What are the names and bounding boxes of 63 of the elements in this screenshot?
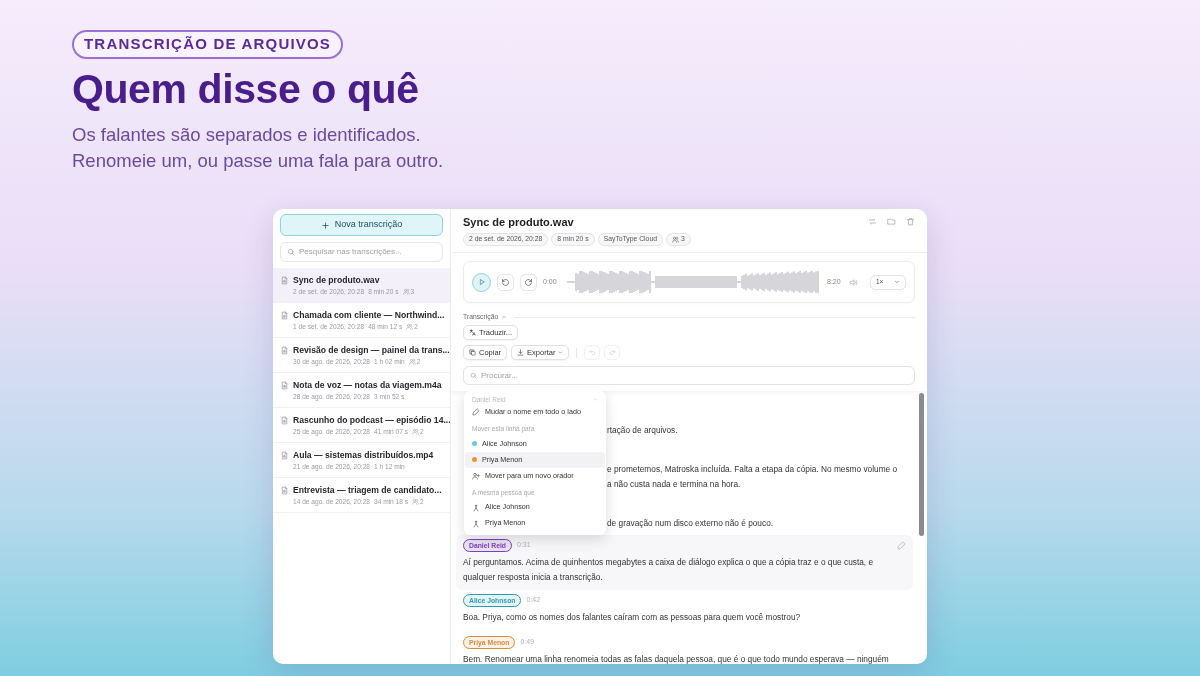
redo-icon (608, 349, 616, 357)
subtitle-text: Os falantes são separados e identificados. (72, 122, 422, 147)
swap-icon[interactable] (867, 216, 877, 226)
transcript-text: rtação de arquivos. (607, 424, 679, 438)
folder-icon[interactable] (886, 216, 896, 226)
transcript-text: Aí perguntamos. Acima de quinhentos megabytes a caixa de diálogo explica o que a cópia traz e o que custa, e qualquer resposta inicia a transcrição. (463, 556, 875, 585)
undo-icon (588, 349, 596, 357)
transcript-text: de gravação num disco externo não é pouco. (607, 517, 775, 531)
copy-icon (469, 349, 476, 357)
search-field[interactable]: Pesquisar nas transcrições... (299, 246, 436, 258)
search-icon (470, 372, 477, 380)
forward-button[interactable] (520, 273, 537, 291)
item-title: Chamada com cliente — Northwind... (293, 308, 445, 322)
volume-icon (848, 277, 858, 287)
pencil-icon (472, 408, 480, 417)
audio-file-icon (280, 345, 289, 355)
chevron-up-icon (501, 314, 508, 321)
item-title: Nota de voz — notas da viagem.m4a (293, 378, 442, 392)
translate-icon (469, 329, 476, 337)
search-box[interactable]: Pesquisar nas transcrições... (280, 242, 443, 262)
people-icon (412, 497, 420, 505)
audio-file-icon (280, 310, 289, 320)
people-icon (671, 236, 679, 243)
people-icon (408, 357, 416, 365)
subtitle-text: Renomeie um, ou passe uma fala para outro. (72, 148, 444, 173)
play-icon (477, 278, 486, 286)
audio-file-icon (280, 380, 289, 390)
eyebrow-label: TRANSCRIÇÃO DE ARQUIVOS (72, 30, 344, 59)
people-icon (406, 322, 414, 330)
item-title: Revisão de design — painel da trans... (293, 343, 450, 357)
rewind-icon (501, 277, 510, 287)
audio-file-icon (280, 450, 289, 460)
rewind-button[interactable] (497, 273, 514, 291)
play-button[interactable] (472, 272, 491, 292)
forward-icon (524, 277, 533, 287)
trash-icon[interactable] (905, 216, 915, 226)
scrollbar-thumb[interactable] (919, 393, 924, 537)
transcript-search-field[interactable]: Procurar... (481, 369, 908, 382)
people-icon (402, 287, 410, 295)
new-transcription-button[interactable]: Nova transcrição (280, 214, 443, 236)
hero-title: Quem disse o quê (72, 64, 420, 114)
download-icon (517, 349, 525, 357)
file-title: Sync de produto.wav (463, 215, 575, 230)
merge-icon (472, 503, 480, 512)
transcript-search-box[interactable]: Procurar... (463, 366, 915, 386)
plus-icon (320, 220, 330, 230)
chevron-down-icon (894, 279, 900, 285)
item-title: Entrevista — triagem de candidato... (293, 483, 442, 497)
transcript-text: e prometemos, Matroska incluída. Falta a etapa da cópia. No mesmo volume o a não custa nada e termina na hora. (607, 463, 899, 492)
people-icon (412, 427, 420, 435)
search-icon (287, 248, 295, 256)
item-title: Rascunho do podcast — episódio 14... (293, 413, 451, 427)
transcript-text: Bem. Renomear uma linha renomeia todas as falas daquela pessoa, que é o que todo mundo esperava — ninguém (463, 653, 890, 664)
person-plus-icon (472, 471, 480, 480)
audio-file-icon (280, 485, 289, 495)
merge-icon (472, 519, 480, 528)
audio-file-icon (280, 275, 289, 285)
item-title: Sync de produto.wav (293, 273, 380, 287)
pencil-icon (897, 541, 906, 551)
transcript-text: Boa. Priya, como os nomes dos falantes caíram com as pessoas para quem você mostrou? (463, 611, 802, 625)
audio-file-icon (280, 415, 289, 425)
item-title: Aula — sistemas distribuídos.mp4 (293, 448, 434, 462)
chevron-down-icon (558, 350, 564, 356)
